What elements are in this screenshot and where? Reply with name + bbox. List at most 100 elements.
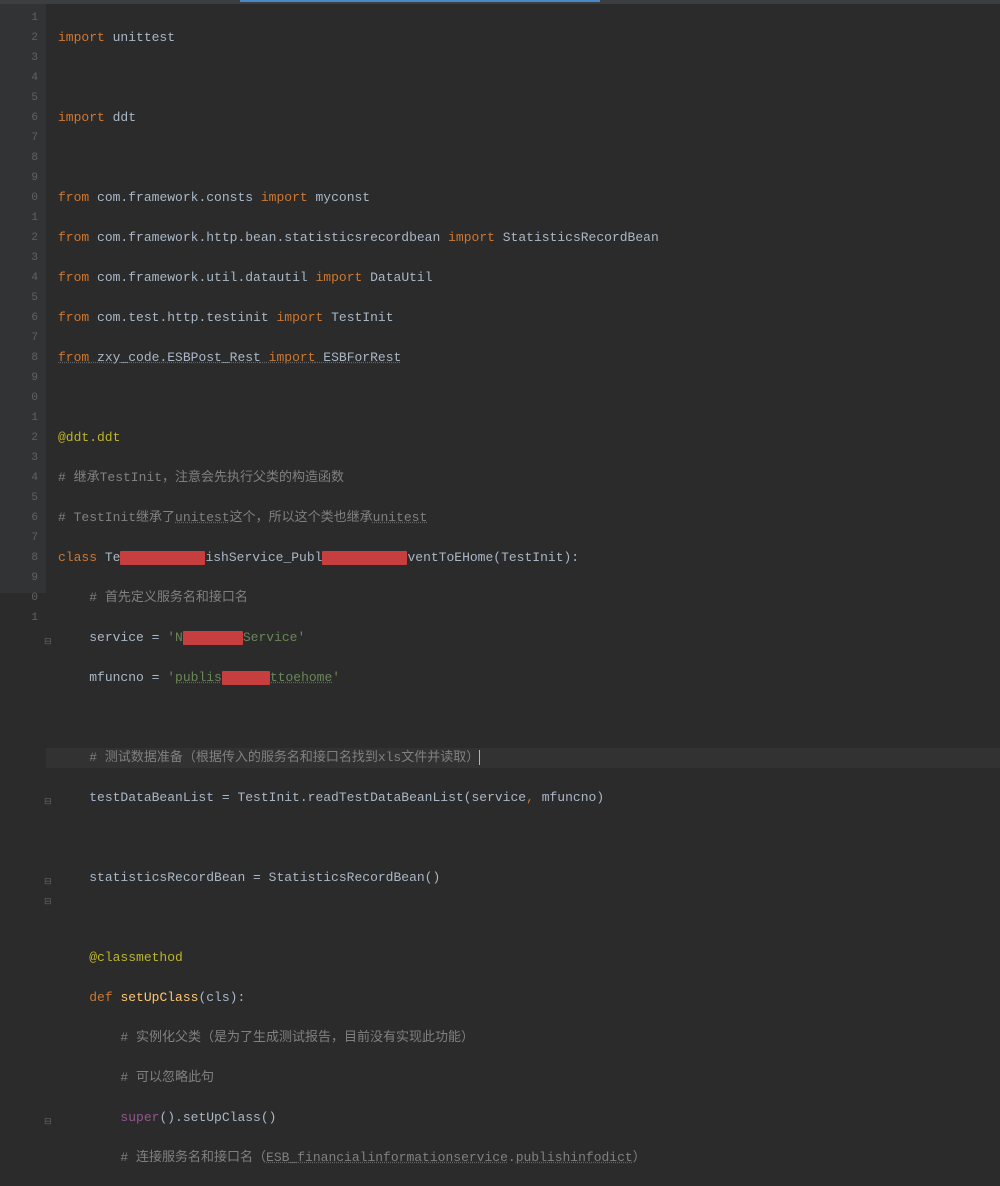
line-number: 4 bbox=[0, 468, 38, 488]
keyword: import bbox=[269, 350, 316, 365]
redaction-icon bbox=[120, 551, 205, 565]
comment: # 继承TestInit，注意会先执行父类的构造函数 bbox=[58, 470, 344, 485]
line-number: 6 bbox=[0, 108, 38, 128]
package-path: com.framework.http.bean.statisticsrecord… bbox=[97, 230, 440, 245]
line-number: 9 bbox=[0, 168, 38, 188]
line-number: 0 bbox=[0, 188, 38, 208]
code-line: mfuncno = 'publisttoehome' bbox=[58, 668, 1000, 688]
comment: # 实例化父类（是为了生成测试报告，目前没有实现此功能） bbox=[120, 1030, 474, 1045]
line-number: 4 bbox=[0, 268, 38, 288]
module-name: unittest bbox=[113, 30, 175, 45]
line-number: 6 bbox=[0, 308, 38, 328]
line-number: 8 bbox=[0, 548, 38, 568]
comment: # 连接服务名和接口名（ bbox=[120, 1150, 266, 1165]
string-part: ttoehome bbox=[270, 670, 332, 685]
import-name: myconst bbox=[316, 190, 371, 205]
code-line: @classmethod bbox=[58, 948, 1000, 968]
line-number: 8 bbox=[0, 348, 38, 368]
code-line: from zxy_code.ESBPost_Rest import ESBFor… bbox=[58, 348, 1000, 368]
import-name: DataUtil bbox=[370, 270, 432, 285]
code-area[interactable]: import unittest import ddt from com.fram… bbox=[46, 4, 1000, 593]
method-name: setUpClass bbox=[120, 990, 198, 1005]
fold-icon[interactable]: ⊟ bbox=[44, 632, 52, 652]
line-number: 2 bbox=[0, 228, 38, 248]
decorator: @ddt.ddt bbox=[58, 430, 120, 445]
keyword: from bbox=[58, 230, 89, 245]
redaction-icon bbox=[183, 631, 243, 645]
code-line: from com.framework.util.datautil import … bbox=[58, 268, 1000, 288]
keyword: import bbox=[276, 310, 323, 325]
line-number: 3 bbox=[0, 248, 38, 268]
code-line: # 实例化父类（是为了生成测试报告，目前没有实现此功能） bbox=[58, 1028, 1000, 1048]
class-name-part: Te bbox=[105, 550, 121, 565]
comment: # 测试数据准备（根据传入的服务名和接口名找到xls文件并读取） bbox=[89, 750, 479, 765]
keyword: import bbox=[58, 110, 105, 125]
params: (cls): bbox=[198, 990, 245, 1005]
comment: 这个，所以这个类也继承 bbox=[230, 510, 373, 525]
line-number: 1 bbox=[0, 608, 38, 628]
line-number: 2 bbox=[0, 428, 38, 448]
decorator: @classmethod bbox=[89, 950, 183, 965]
keyword: def bbox=[89, 990, 112, 1005]
package-path: zxy_code.ESBPost_Rest bbox=[97, 350, 261, 365]
line-number: 7 bbox=[0, 128, 38, 148]
statement: statisticsRecordBean = StatisticsRecordB… bbox=[89, 870, 440, 885]
line-number: 1 bbox=[0, 8, 38, 28]
code-line: # 首先定义服务名和接口名 bbox=[58, 588, 1000, 608]
assignment: mfuncno = bbox=[89, 670, 167, 685]
string-part: publis bbox=[175, 670, 222, 685]
line-number: 5 bbox=[0, 488, 38, 508]
module-name: ddt bbox=[113, 110, 136, 125]
line-number: 7 bbox=[0, 328, 38, 348]
active-tab-indicator bbox=[240, 0, 600, 2]
line-number: 9 bbox=[0, 368, 38, 388]
comma: , bbox=[526, 790, 534, 805]
code-line: # 继承TestInit，注意会先执行父类的构造函数 bbox=[58, 468, 1000, 488]
code-line: import ddt bbox=[58, 108, 1000, 128]
statement: testDataBeanList = TestInit.readTestData… bbox=[89, 790, 526, 805]
keyword: import bbox=[315, 270, 362, 285]
line-number: 0 bbox=[0, 388, 38, 408]
code-line bbox=[58, 68, 1000, 88]
fold-icon[interactable]: ⊟ bbox=[44, 892, 52, 912]
import-name: TestInit bbox=[331, 310, 393, 325]
call: ().setUpClass() bbox=[159, 1110, 276, 1125]
fold-icon[interactable]: ⊟ bbox=[44, 792, 52, 812]
code-line: from com.test.http.testinit import TestI… bbox=[58, 308, 1000, 328]
line-number: 9 bbox=[0, 568, 38, 588]
class-name-part: ventToEHome(TestInit): bbox=[407, 550, 579, 565]
code-line: testDataBeanList = TestInit.readTestData… bbox=[58, 788, 1000, 808]
code-line bbox=[58, 908, 1000, 928]
code-line bbox=[58, 388, 1000, 408]
code-editor[interactable]: 1 2 3 4 5 6 7 8 9 0 1 2 3 4 5 6 7 8 9 0 … bbox=[0, 4, 1000, 593]
fold-icon[interactable]: ⊟ bbox=[44, 872, 52, 892]
keyword: import bbox=[261, 190, 308, 205]
code-line bbox=[58, 828, 1000, 848]
code-line: super().setUpClass() bbox=[58, 1108, 1000, 1128]
code-line: import unittest bbox=[58, 28, 1000, 48]
comment: ） bbox=[633, 1150, 646, 1165]
line-number: 6 bbox=[0, 508, 38, 528]
code-line: # 可以忽略此句 bbox=[58, 1068, 1000, 1088]
class-name-part: ishService_Publ bbox=[205, 550, 322, 565]
comment: # 可以忽略此句 bbox=[120, 1070, 214, 1085]
statement: mfuncno) bbox=[534, 790, 604, 805]
code-line: service = 'NService' bbox=[58, 628, 1000, 648]
line-number: 0 bbox=[0, 588, 38, 608]
line-number: 1 bbox=[0, 408, 38, 428]
line-number: 1 bbox=[0, 208, 38, 228]
keyword: from bbox=[58, 350, 89, 365]
code-line: from com.framework.consts import myconst bbox=[58, 188, 1000, 208]
fold-icon[interactable]: ⊟ bbox=[44, 1112, 52, 1132]
builtin: super bbox=[120, 1110, 159, 1125]
import-name: StatisticsRecordBean bbox=[503, 230, 659, 245]
keyword: from bbox=[58, 270, 89, 285]
redaction-icon bbox=[322, 551, 407, 565]
keyword: import bbox=[448, 230, 495, 245]
comment: # TestInit继承了 bbox=[58, 510, 175, 525]
line-number: 5 bbox=[0, 88, 38, 108]
code-line: @ddt.ddt bbox=[58, 428, 1000, 448]
line-number: 7 bbox=[0, 528, 38, 548]
text-caret-icon bbox=[479, 750, 480, 765]
code-line: from com.framework.http.bean.statisticsr… bbox=[58, 228, 1000, 248]
